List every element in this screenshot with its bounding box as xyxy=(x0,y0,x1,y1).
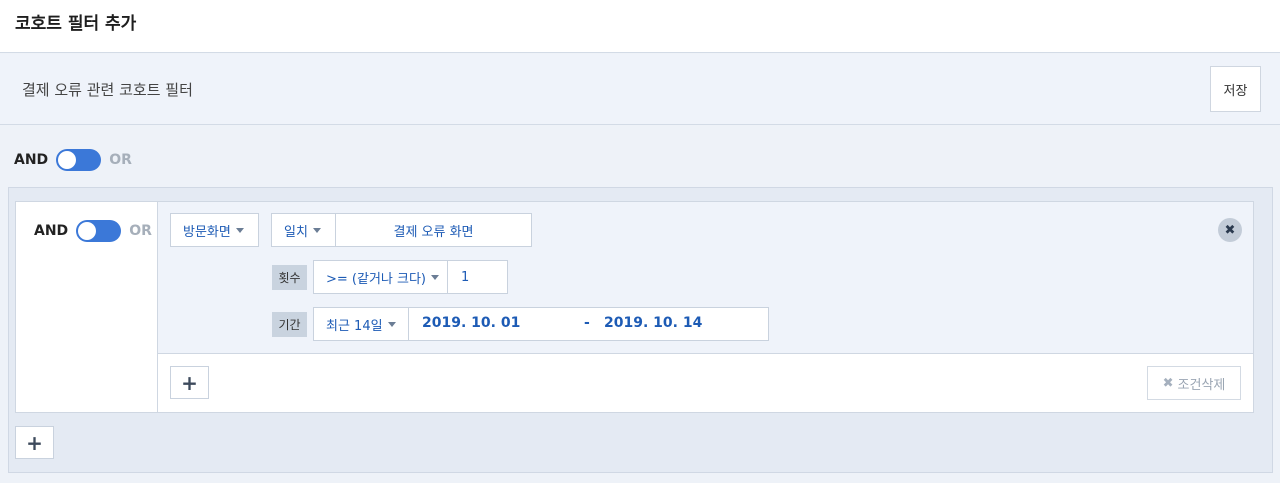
save-button[interactable]: 저장 xyxy=(1210,66,1261,112)
period-preset-value: 최근 14일 xyxy=(326,318,383,334)
match-type-value: 일치 xyxy=(284,224,308,240)
and-or-switch[interactable] xyxy=(56,149,102,171)
top-logic-toggle: AND OR xyxy=(14,149,132,171)
match-value-input[interactable]: 결제 오류 화면 xyxy=(335,213,532,247)
toggle-and-label: AND xyxy=(14,152,49,168)
match-value-text: 결제 오류 화면 xyxy=(393,224,474,240)
period-preset-dropdown[interactable]: 최근 14일 xyxy=(313,307,409,341)
filter-name-title[interactable]: 결제 오류 관련 코호트 필터 xyxy=(22,79,193,100)
toggle-or-label: OR xyxy=(109,152,132,168)
add-group-button[interactable]: + xyxy=(15,426,54,459)
chevron-down-icon xyxy=(312,227,321,233)
count-label: 횟수 xyxy=(272,265,307,290)
add-condition-button[interactable]: + xyxy=(170,366,209,399)
event-type-dropdown[interactable]: 방문화면 xyxy=(170,213,259,247)
count-operator-dropdown[interactable]: >= (같거나 크다) xyxy=(313,260,448,294)
close-icon: ✖ xyxy=(1162,375,1174,391)
group-logic-toggle: AND OR xyxy=(34,220,152,242)
date-start[interactable]: 2019. 10. 01 xyxy=(422,315,520,331)
count-operator-value: >= (같거나 크다) xyxy=(326,271,426,287)
chevron-down-icon xyxy=(387,321,396,327)
delete-condition-button[interactable]: ✖ 조건삭제 xyxy=(1147,366,1241,400)
switch-knob xyxy=(58,151,77,169)
event-type-value: 방문화면 xyxy=(183,224,231,240)
and-or-switch[interactable] xyxy=(76,220,122,242)
date-end[interactable]: 2019. 10. 14 xyxy=(604,315,702,331)
page-title: 코호트 필터 추가 xyxy=(15,14,137,34)
period-label: 기간 xyxy=(272,312,307,337)
toggle-or-label: OR xyxy=(129,223,152,239)
close-icon: ✖ xyxy=(1224,222,1236,238)
match-type-dropdown[interactable]: 일치 xyxy=(271,213,336,247)
filter-name-bar: 결제 오류 관련 코호트 필터 저장 xyxy=(0,54,1280,125)
remove-condition-button[interactable]: ✖ xyxy=(1218,218,1242,242)
count-value-text: 1 xyxy=(461,269,470,285)
chevron-down-icon xyxy=(431,274,439,280)
count-value-input[interactable]: 1 xyxy=(447,260,508,294)
chevron-down-icon xyxy=(235,227,244,233)
plus-icon: + xyxy=(26,430,43,455)
date-separator: - xyxy=(584,315,590,331)
switch-knob xyxy=(78,222,97,240)
delete-condition-label: 조건삭제 xyxy=(1177,377,1226,393)
plus-icon: + xyxy=(181,370,198,395)
group-logic-column: AND OR xyxy=(16,202,158,412)
toggle-and-label: AND xyxy=(34,223,69,239)
page-header: 코호트 필터 추가 xyxy=(0,0,1280,53)
